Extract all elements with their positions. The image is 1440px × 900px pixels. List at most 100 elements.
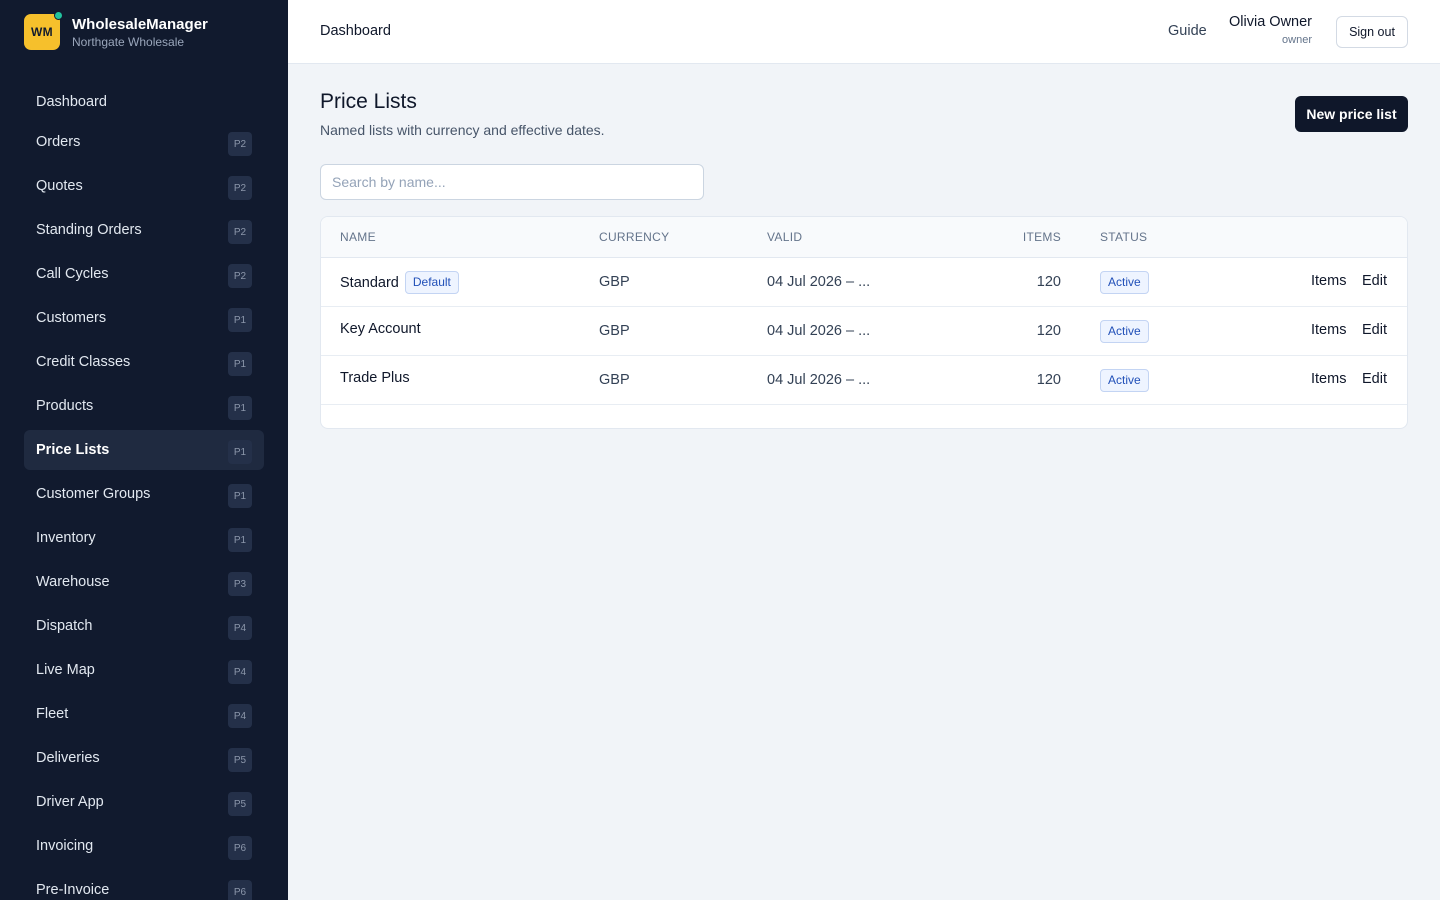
column-header-items: ITEMS	[1022, 230, 1061, 244]
status-badge: Active	[1100, 320, 1149, 343]
price-list-name: Standard	[340, 274, 399, 291]
brand-org: Northgate Wholesale	[72, 34, 185, 49]
sidebar-item-customers[interactable]: Customers P1	[24, 298, 264, 338]
sidebar-nav: Dashboard Orders P2 Quotes P2 Standing O…	[24, 82, 264, 900]
top-bar: Dashboard Guide Olivia Owner owner Sign …	[288, 0, 1440, 64]
sidebar-item-customer-groups[interactable]: Customer Groups P1	[24, 474, 264, 514]
table-header: NAME CURRENCY VALID ITEMS STATUS	[321, 217, 1407, 258]
items-count-cell: 120	[1036, 372, 1061, 388]
user-info: Olivia Owner owner	[1229, 15, 1312, 46]
phase-badge: P6	[228, 880, 252, 900]
sidebar-item-dispatch[interactable]: Dispatch P4	[24, 606, 264, 646]
items-count-cell: 120	[1036, 274, 1061, 290]
column-header-valid: VALID	[767, 230, 803, 244]
sidebar-item-label: Quotes	[36, 178, 83, 194]
sidebar-item-label: Invoicing	[36, 838, 94, 854]
online-status-dot	[54, 11, 63, 20]
guide-link[interactable]: Guide	[1168, 23, 1207, 39]
sidebar-item-label: Customer Groups	[36, 486, 151, 502]
status-cell: Active	[1100, 369, 1149, 392]
items-link[interactable]: Items	[1311, 273, 1346, 289]
phase-badge: P6	[228, 836, 252, 860]
price-lists-table: NAME CURRENCY VALID ITEMS STATUS Standar…	[320, 216, 1408, 429]
phase-badge: P2	[228, 264, 252, 288]
default-badge: Default	[404, 271, 459, 294]
phase-badge: P2	[228, 132, 252, 156]
price-list-name: Trade Plus	[340, 370, 410, 386]
sidebar-item-warehouse[interactable]: Warehouse P3	[24, 562, 264, 602]
table-row: Key Account GBP 04 Jul 2026 – ... 120 Ac…	[321, 307, 1407, 356]
sidebar-item-price-lists[interactable]: Price Lists P1	[24, 430, 264, 470]
sidebar-item-fleet[interactable]: Fleet P4	[24, 694, 264, 734]
phase-badge: P5	[228, 748, 252, 772]
phase-badge: P4	[228, 660, 252, 684]
sidebar-item-products[interactable]: Products P1	[24, 386, 264, 426]
sidebar-item-label: Customers	[36, 310, 107, 326]
sidebar-item-label: Standing Orders	[36, 222, 142, 238]
sidebar-item-call-cycles[interactable]: Call Cycles P2	[24, 254, 264, 294]
sidebar-item-label: Call Cycles	[36, 266, 109, 282]
valid-cell: 04 Jul 2026 – ...	[767, 372, 871, 388]
price-list-name: Key Account	[340, 321, 421, 337]
sidebar-item-credit-classes[interactable]: Credit Classes P1	[24, 342, 264, 382]
sidebar-item-dashboard[interactable]: Dashboard	[24, 82, 264, 122]
sidebar-item-label: Dispatch	[36, 618, 93, 634]
phase-badge: P4	[228, 704, 252, 728]
search-input[interactable]	[320, 164, 704, 200]
phase-badge: P2	[228, 220, 252, 244]
sidebar-item-invoicing[interactable]: Invoicing P6	[24, 826, 264, 866]
sidebar-item-inventory[interactable]: Inventory P1	[24, 518, 264, 558]
breadcrumb[interactable]: Dashboard	[320, 23, 391, 39]
user-role: owner	[1282, 33, 1312, 46]
phase-badge: P1	[228, 440, 252, 464]
valid-cell: 04 Jul 2026 – ...	[767, 323, 871, 339]
sidebar-item-deliveries[interactable]: Deliveries P5	[24, 738, 264, 778]
status-badge: Active	[1100, 271, 1149, 294]
new-price-list-button[interactable]: New price list	[1295, 96, 1408, 132]
sidebar-item-orders[interactable]: Orders P2	[24, 122, 264, 162]
status-cell: Active	[1100, 320, 1149, 343]
items-link[interactable]: Items	[1311, 322, 1346, 338]
brand-logo: WM	[24, 11, 63, 50]
sidebar-item-label: Live Map	[36, 662, 95, 678]
phase-badge: P3	[228, 572, 252, 596]
column-header-name: NAME	[340, 230, 376, 244]
phase-badge: P5	[228, 792, 252, 816]
sidebar-item-quotes[interactable]: Quotes P2	[24, 166, 264, 206]
brand-name: WholesaleManager	[72, 15, 208, 33]
valid-cell: 04 Jul 2026 – ...	[767, 274, 871, 290]
sidebar-item-label: Price Lists	[36, 442, 110, 458]
sidebar-item-label: Pre-Invoice	[36, 882, 110, 898]
page-subtitle: Named lists with currency and effective …	[320, 122, 605, 138]
brand: WM WholesaleManager Northgate Wholesale	[24, 11, 208, 50]
sidebar-item-live-map[interactable]: Live Map P4	[24, 650, 264, 690]
sidebar: WM WholesaleManager Northgate Wholesale …	[0, 0, 288, 900]
sidebar-item-label: Dashboard	[36, 94, 107, 110]
brand-text: WholesaleManager Northgate Wholesale	[72, 17, 208, 48]
name-cell: Standard Default	[340, 271, 459, 294]
brand-logo-text: WM	[31, 25, 53, 39]
sidebar-item-label: Fleet	[36, 706, 69, 722]
phase-badge: P1	[228, 396, 252, 420]
sidebar-item-label: Warehouse	[36, 574, 110, 590]
phase-badge: P1	[228, 308, 252, 332]
edit-link[interactable]: Edit	[1362, 371, 1387, 387]
sign-out-button[interactable]: Sign out	[1336, 16, 1408, 48]
name-cell: Trade Plus	[340, 369, 410, 387]
column-header-currency: CURRENCY	[599, 230, 670, 244]
table-row: Standard Default GBP 04 Jul 2026 – ... 1…	[321, 258, 1407, 307]
items-count-cell: 120	[1036, 323, 1061, 339]
sidebar-item-standing-orders[interactable]: Standing Orders P2	[24, 210, 264, 250]
edit-link[interactable]: Edit	[1362, 273, 1387, 289]
sidebar-item-label: Orders	[36, 134, 81, 150]
sidebar-item-pre-invoice[interactable]: Pre-Invoice P6	[24, 870, 264, 900]
items-link[interactable]: Items	[1311, 371, 1346, 387]
currency-cell: GBP	[599, 323, 630, 339]
sidebar-item-driver-app[interactable]: Driver App P5	[24, 782, 264, 822]
sidebar-item-label: Deliveries	[36, 750, 100, 766]
currency-cell: GBP	[599, 372, 630, 388]
phase-badge: P2	[228, 176, 252, 200]
phase-badge: P1	[228, 352, 252, 376]
table-row: Trade Plus GBP 04 Jul 2026 – ... 120 Act…	[321, 356, 1407, 405]
edit-link[interactable]: Edit	[1362, 322, 1387, 338]
